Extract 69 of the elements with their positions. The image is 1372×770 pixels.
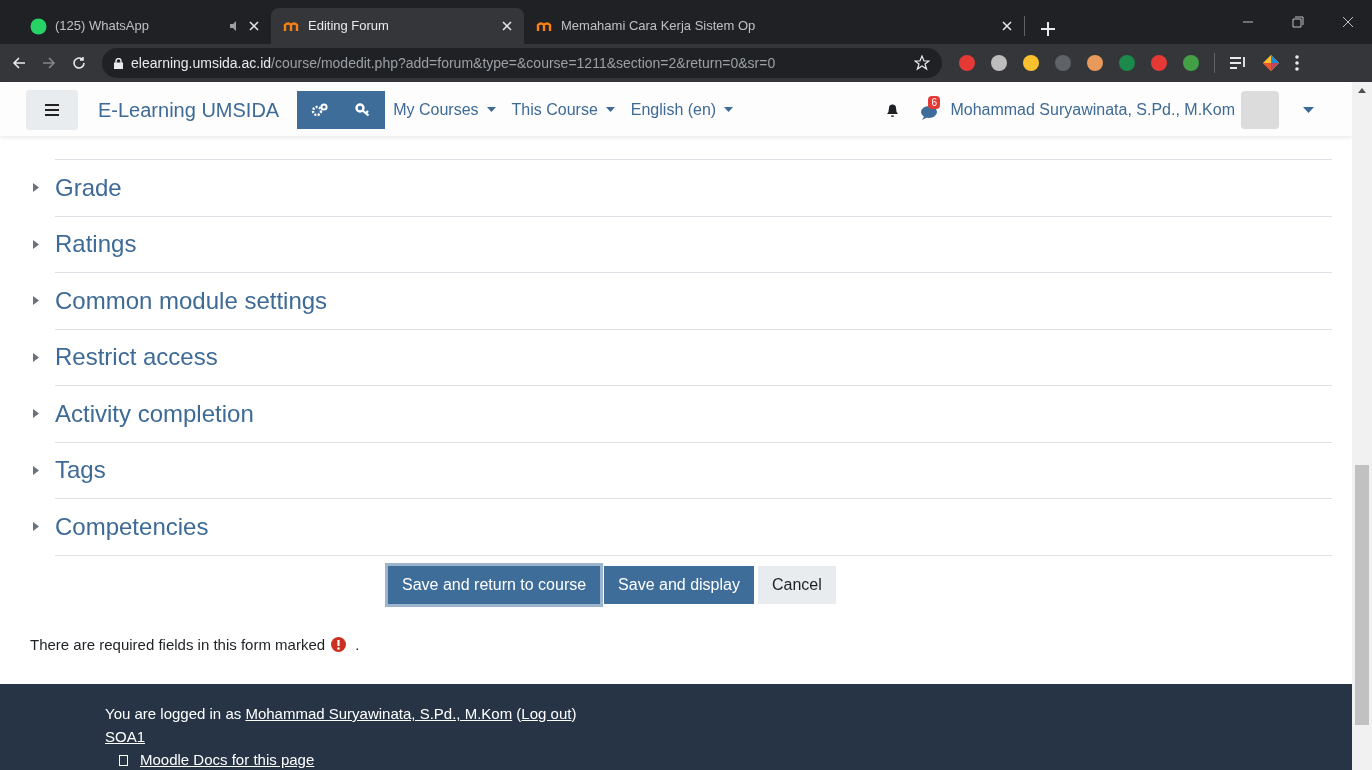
- nav-menu[interactable]: My Courses: [393, 98, 496, 122]
- restore-icon[interactable]: [1292, 16, 1304, 28]
- address-field[interactable]: elearning.umsida.ac.id/course/modedit.php?add=forum&type=&course=1211&section=2&return=0&sr=0: [102, 48, 942, 78]
- browser-tab[interactable]: Memahami Cara Kerja Sistem Op: [524, 8, 1024, 44]
- extension-icon[interactable]: [990, 54, 1008, 72]
- course-link[interactable]: SOA1: [105, 726, 146, 748]
- logo-icon: [283, 20, 300, 32]
- logo-icon: [536, 20, 553, 32]
- section-heading[interactable]: Grade: [55, 169, 122, 206]
- caret-right-icon[interactable]: [33, 296, 39, 306]
- section-heading[interactable]: Restrict access: [55, 339, 218, 376]
- bell-icon[interactable]: [885, 102, 901, 118]
- caret-icon: [724, 107, 734, 113]
- nav-menu[interactable]: English (en): [630, 98, 734, 122]
- required-note: There are required fields in this form marked: [30, 634, 326, 655]
- url-text: elearning.umsida.ac.id/course/modedit.php?add=forum&type=&course=1211&section=2&return=0&sr=0: [131, 53, 777, 73]
- count-badge: 6: [928, 96, 940, 109]
- caret-icon: [486, 107, 496, 113]
- exclamation-icon: [331, 637, 347, 653]
- site-brand[interactable]: E-Learning UMSIDA: [98, 95, 280, 125]
- logout-link[interactable]: Log out: [521, 705, 572, 722]
- caret-right-icon[interactable]: [33, 465, 39, 475]
- tab-title: Memahami Cara Kerja Sistem Op: [561, 17, 757, 36]
- form-button[interactable]: Save and display: [604, 565, 754, 604]
- extension-icon[interactable]: [1182, 54, 1200, 72]
- back-arrow-icon[interactable]: [12, 56, 26, 70]
- lock-icon: [114, 57, 123, 69]
- caret-right-icon[interactable]: [33, 352, 39, 362]
- menu-icon: [45, 104, 59, 116]
- section-heading[interactable]: Activity completion: [55, 395, 254, 432]
- caret-right-icon[interactable]: [33, 183, 39, 193]
- scroll-up-icon[interactable]: [1358, 88, 1366, 93]
- menu-button[interactable]: [26, 90, 78, 130]
- section-heading[interactable]: Ratings: [55, 226, 137, 263]
- close-icon[interactable]: [1342, 16, 1354, 28]
- user-name[interactable]: Mohammad Suryawinata, S.Pd., M.Kom: [950, 98, 1235, 122]
- caret-icon: [605, 107, 615, 113]
- caret-right-icon[interactable]: [33, 522, 39, 532]
- square-icon: [119, 754, 128, 766]
- more-vertical-icon[interactable]: [1295, 55, 1299, 71]
- reload-icon[interactable]: [72, 56, 86, 70]
- period-text: .: [355, 634, 360, 655]
- forward-arrow-icon[interactable]: [42, 56, 56, 70]
- extension-icon[interactable]: [1086, 54, 1104, 72]
- section-heading[interactable]: Competencies: [55, 508, 209, 545]
- media-icon[interactable]: [1229, 56, 1247, 70]
- form-button[interactable]: Save and return to course: [388, 565, 601, 604]
- extension-icon[interactable]: [1261, 53, 1281, 73]
- scrollbar[interactable]: [1352, 82, 1372, 770]
- caret-right-icon[interactable]: [33, 409, 39, 419]
- user-link[interactable]: Mohammad Suryawinata, S.Pd., M.Kom: [245, 705, 513, 722]
- key-icon[interactable]: [355, 103, 372, 117]
- caret-icon[interactable]: [1303, 107, 1314, 113]
- section-heading[interactable]: Common module settings: [55, 282, 328, 319]
- gears-icon[interactable]: [310, 102, 328, 118]
- scrollbar-thumb[interactable]: [1355, 465, 1369, 725]
- section-heading[interactable]: Tags: [55, 452, 106, 489]
- form-button[interactable]: Cancel: [757, 565, 836, 604]
- login-info: You are logged in as Mohammad Suryawinata, S.Pd., M.Kom (Log out): [105, 704, 578, 724]
- tab-title: (125) WhatsApp: [55, 17, 150, 36]
- nav-menu[interactable]: This Course: [511, 98, 615, 122]
- extension-icon[interactable]: [1022, 54, 1040, 72]
- star-icon[interactable]: [914, 55, 930, 71]
- browser-tab[interactable]: (125) WhatsApp: [18, 8, 271, 44]
- browser-tab[interactable]: Editing Forum: [271, 8, 524, 44]
- new-tab-icon[interactable]: [1041, 22, 1055, 36]
- docs-link[interactable]: Moodle Docs for this page: [140, 749, 315, 770]
- tab-title: Editing Forum: [308, 17, 390, 36]
- caret-right-icon[interactable]: [33, 239, 39, 249]
